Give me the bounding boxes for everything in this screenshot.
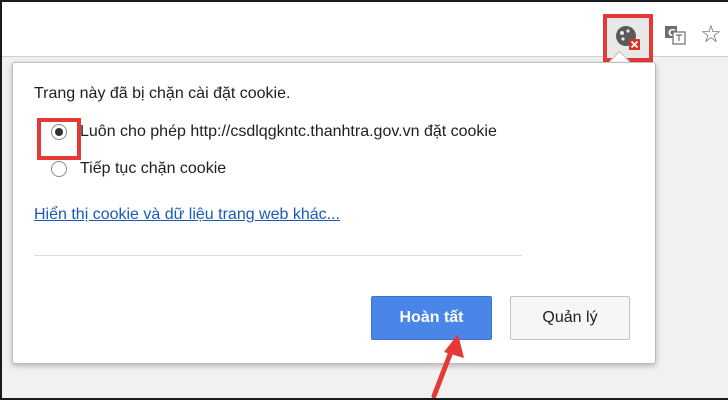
popup-title: Trang này đã bị chặn cài đặt cookie. — [34, 85, 291, 102]
cookie-blocked-icon[interactable] — [603, 14, 653, 62]
manage-button[interactable]: Quản lý — [510, 296, 630, 340]
radio-button-block[interactable] — [51, 161, 67, 177]
radio-label-allow: Luôn cho phép http://csdlqgkntc.thanhtra… — [80, 123, 497, 140]
annotation-highlight-box — [37, 118, 81, 160]
radio-option-allow[interactable]: Luôn cho phép http://csdlqgkntc.thanhtra… — [51, 120, 497, 144]
translate-icon[interactable]: G — [664, 24, 686, 46]
radio-option-block[interactable]: Tiếp tục chặn cookie — [51, 157, 226, 181]
popup-divider — [34, 255, 522, 256]
bookmark-star-icon[interactable]: ☆ — [696, 18, 726, 50]
show-cookies-link[interactable]: Hiển thị cookie và dữ liệu trang web khá… — [34, 206, 340, 224]
annotation-arrow-icon — [431, 334, 464, 398]
radio-label-block: Tiếp tục chặn cookie — [80, 160, 227, 177]
cookie-settings-popup: Trang này đã bị chặn cài đặt cookie. Luô… — [12, 62, 656, 364]
